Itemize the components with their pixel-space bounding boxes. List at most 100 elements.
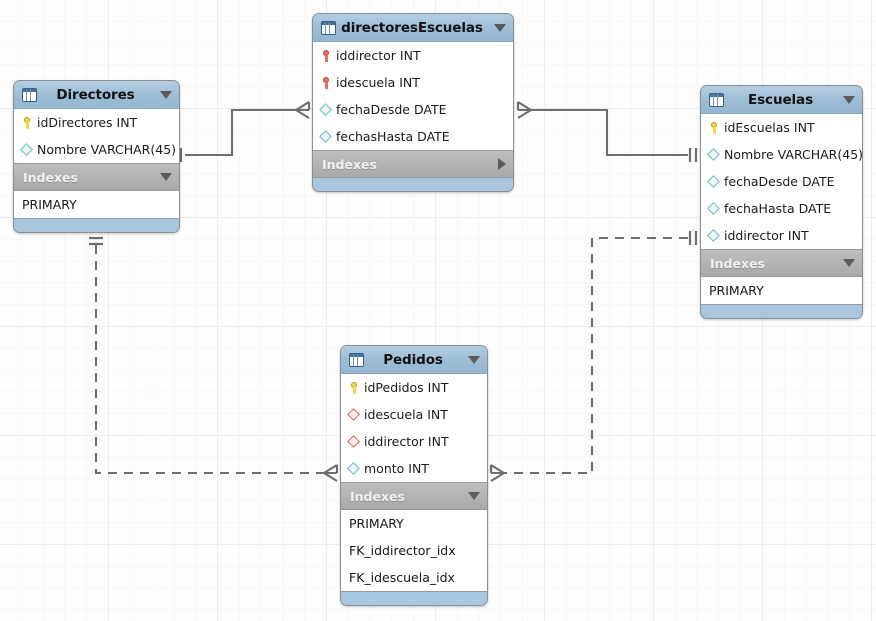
table-header-pedidos[interactable]: Pedidos <box>341 346 487 374</box>
column-label: Nombre VARCHAR(45) <box>37 142 177 157</box>
column-label: fechaHasta DATE <box>724 201 832 216</box>
table-name: Pedidos <box>383 351 443 368</box>
chevron-down-icon[interactable] <box>494 23 506 32</box>
table-row[interactable]: Nombre VARCHAR(45) <box>14 136 179 163</box>
primary-foreign-key-icon <box>320 49 333 63</box>
column-label: iddirector INT <box>724 228 809 243</box>
eer-diagram-canvas[interactable]: Directores idDirectores INT Nombre VARCH… <box>0 0 876 621</box>
column-icon <box>707 228 721 243</box>
column-label: iddirector INT <box>364 434 449 449</box>
table-row[interactable]: idPedidos INT <box>341 374 487 401</box>
table-row[interactable]: fechaDesde DATE <box>701 168 862 195</box>
table-directores[interactable]: Directores idDirectores INT Nombre VARCH… <box>13 80 180 233</box>
list-item[interactable]: FK_iddirector_idx <box>341 537 487 564</box>
table-name: directoresEscuelas <box>341 19 483 36</box>
column-list: iddirector INT idescuela INT fechaDesde … <box>313 42 513 151</box>
table-footer <box>14 219 179 232</box>
column-label: monto INT <box>364 461 429 476</box>
table-row[interactable]: monto INT <box>341 455 487 482</box>
table-row[interactable]: idescuela INT <box>313 69 513 96</box>
table-escuelas[interactable]: Escuelas idEscuelas INT Nombre VARCHAR(4… <box>700 85 863 319</box>
index-list: PRIMARY FK_iddirector_idx FK_idescuela_i… <box>341 510 487 592</box>
list-item[interactable]: PRIMARY <box>14 191 179 218</box>
index-list: PRIMARY <box>701 277 862 305</box>
table-row[interactable]: idEscuelas INT <box>701 114 862 141</box>
column-icon <box>20 142 34 157</box>
table-pedidos[interactable]: Pedidos idPedidos INT idescuela INT iddi… <box>340 345 488 606</box>
chevron-down-icon[interactable] <box>843 259 855 267</box>
chevron-right-icon[interactable] <box>498 158 506 170</box>
column-list: idPedidos INT idescuela INT iddirector I… <box>341 374 487 483</box>
index-name: FK_idescuela_idx <box>349 570 455 585</box>
column-label: idDirectores INT <box>37 115 138 130</box>
indexes-header[interactable]: Indexes <box>341 483 487 510</box>
column-label: idescuela INT <box>364 407 448 422</box>
chevron-down-icon[interactable] <box>160 90 172 99</box>
table-row[interactable]: iddirector INT <box>313 42 513 69</box>
relationship-directores-directoresescuelas[interactable] <box>173 101 311 162</box>
table-footer <box>341 592 487 605</box>
index-name: PRIMARY <box>22 197 77 212</box>
column-icon <box>707 201 721 216</box>
list-item[interactable]: PRIMARY <box>701 277 862 304</box>
table-icon <box>22 87 37 102</box>
chevron-down-icon[interactable] <box>160 173 172 181</box>
relationship-directoresescuelas-escuelas[interactable] <box>516 101 698 162</box>
relationship-directores-pedidos[interactable] <box>89 236 339 482</box>
table-row[interactable]: iddirector INT <box>701 222 862 249</box>
relationship-escuelas-pedidos[interactable] <box>489 231 698 482</box>
column-icon <box>319 102 333 117</box>
chevron-down-icon[interactable] <box>468 492 480 500</box>
column-icon <box>319 129 333 144</box>
foreign-key-icon <box>347 407 361 422</box>
column-icon <box>347 461 361 476</box>
index-name: FK_iddirector_idx <box>349 543 456 558</box>
column-icon <box>707 147 721 162</box>
column-icon <box>707 174 721 189</box>
indexes-label: Indexes <box>23 169 78 185</box>
indexes-label: Indexes <box>710 255 765 271</box>
column-label: idEscuelas INT <box>724 120 815 135</box>
column-list: idDirectores INT Nombre VARCHAR(45) <box>14 109 179 164</box>
table-name: Directores <box>56 86 135 103</box>
table-row[interactable]: Nombre VARCHAR(45) <box>701 141 862 168</box>
column-label: iddirector INT <box>336 48 421 63</box>
table-row[interactable]: fechasHasta DATE <box>313 123 513 150</box>
foreign-key-icon <box>347 434 361 449</box>
indexes-header[interactable]: Indexes <box>701 250 862 277</box>
table-header-directores[interactable]: Directores <box>14 81 179 109</box>
table-icon <box>349 352 364 367</box>
column-label: fechaDesde DATE <box>724 174 835 189</box>
table-row[interactable]: idDirectores INT <box>14 109 179 136</box>
table-directoresescuelas[interactable]: directoresEscuelas iddirector INT idescu… <box>312 13 514 192</box>
primary-key-icon <box>21 116 34 130</box>
column-label: fechaDesde DATE <box>336 102 447 117</box>
table-icon <box>321 20 336 35</box>
indexes-label: Indexes <box>322 156 377 172</box>
table-header-escuelas[interactable]: Escuelas <box>701 86 862 114</box>
primary-key-icon <box>348 381 361 395</box>
index-name: PRIMARY <box>709 283 764 298</box>
table-icon <box>709 92 724 107</box>
primary-foreign-key-icon <box>320 76 333 90</box>
table-name: Escuelas <box>748 91 813 108</box>
table-row[interactable]: idescuela INT <box>341 401 487 428</box>
indexes-header[interactable]: Indexes <box>313 151 513 178</box>
table-row[interactable]: fechaHasta DATE <box>701 195 862 222</box>
primary-key-icon <box>708 121 721 135</box>
table-footer <box>313 178 513 191</box>
indexes-header[interactable]: Indexes <box>14 164 179 191</box>
table-row[interactable]: fechaDesde DATE <box>313 96 513 123</box>
list-item[interactable]: PRIMARY <box>341 510 487 537</box>
column-label: idescuela INT <box>336 75 420 90</box>
chevron-down-icon[interactable] <box>843 95 855 104</box>
column-label: fechasHasta DATE <box>336 129 450 144</box>
table-row[interactable]: iddirector INT <box>341 428 487 455</box>
chevron-down-icon[interactable] <box>468 355 480 364</box>
index-list: PRIMARY <box>14 191 179 219</box>
column-list: idEscuelas INT Nombre VARCHAR(45) fechaD… <box>701 114 862 250</box>
table-header-directoresescuelas[interactable]: directoresEscuelas <box>313 14 513 42</box>
list-item[interactable]: FK_idescuela_idx <box>341 564 487 591</box>
table-footer <box>701 305 862 318</box>
indexes-label: Indexes <box>350 488 405 504</box>
